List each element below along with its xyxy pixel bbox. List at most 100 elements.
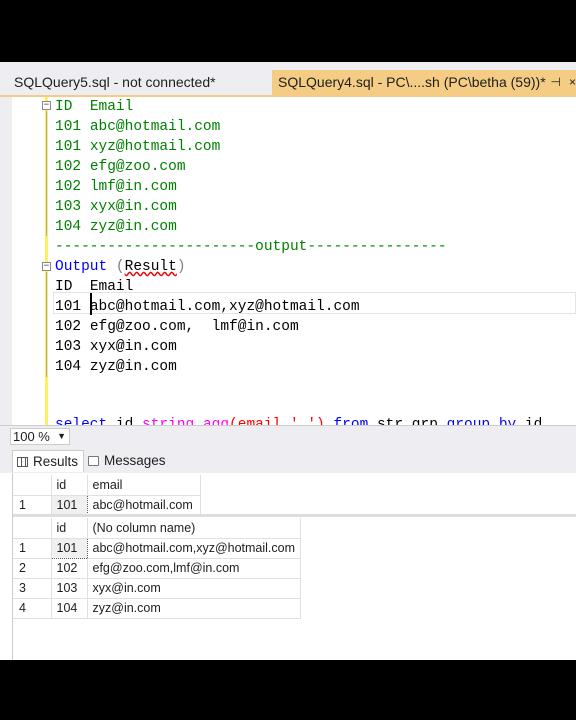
row-number[interactable]: 1	[13, 538, 52, 559]
row-id: 101	[55, 119, 82, 135]
output-heading-line: Output (Result)	[55, 257, 186, 277]
result-grid-2: id (No column name) 1 101 abc@hotmail.co…	[13, 518, 302, 619]
column-header[interactable]: (No column name)	[87, 518, 302, 539]
comment-line: 102 efg@zoo.com	[55, 157, 186, 177]
table-cell[interactable]: abc@hotmail.com,xyz@hotmail.com	[87, 538, 302, 559]
zoom-bar: 100 % ▼	[0, 425, 576, 447]
row-id: 104	[55, 219, 82, 235]
document-tab-bar: SQLQuery5.sql - not connected* SQLQuery4…	[0, 62, 576, 95]
comment-line: ID Email	[55, 97, 133, 117]
table-row[interactable]: 4 104 zyz@in.com	[13, 598, 302, 619]
row-id: 101	[55, 139, 82, 155]
row-number-header	[13, 518, 52, 539]
query-table: str_grp	[368, 417, 438, 425]
row-number[interactable]: 2	[13, 558, 52, 579]
column-header[interactable]: id	[51, 475, 88, 496]
row-email: xyx@in.com	[89, 339, 177, 355]
table-row[interactable]: 1 101 abc@hotmail.com,xyz@hotmail.com	[13, 537, 302, 559]
kw-select: select	[55, 417, 108, 425]
pin-icon[interactable]: ⊣	[551, 75, 561, 89]
table-cell[interactable]: zyz@in.com	[87, 598, 302, 619]
row-id: 104	[55, 359, 82, 375]
table-cell[interactable]: 104	[51, 598, 88, 619]
row-number[interactable]: 3	[13, 578, 52, 599]
output-line: 104 zyz@in.com	[55, 357, 177, 377]
tab-messages-label: Messages	[104, 453, 166, 468]
tab-sqlquery4-label: SQLQuery4.sql - PC\....sh (PC\betha (59)…	[278, 74, 546, 90]
kw-group-by: group by	[437, 417, 517, 425]
table-cell[interactable]: abc@hotmail.com	[87, 495, 201, 516]
table-row[interactable]: 3 103 xyx@in.com	[13, 578, 302, 599]
query-tail: id	[516, 417, 543, 425]
comment-line: 101 abc@hotmail.com	[55, 117, 220, 137]
row-email: zyz@in.com	[89, 219, 177, 235]
messages-icon	[88, 456, 99, 466]
row-email: xyz@hotmail.com	[89, 139, 221, 155]
grid-icon	[17, 457, 28, 467]
column-header[interactable]: id	[51, 518, 88, 539]
table-cell[interactable]: efg@zoo.com,lmf@in.com	[87, 558, 302, 579]
table-cell[interactable]: 101	[50, 537, 88, 559]
comment-line: 103 xyx@in.com	[55, 197, 177, 217]
table-row[interactable]: 2 102 efg@zoo.com,lmf@in.com	[13, 558, 302, 579]
tab-sqlquery5[interactable]: SQLQuery5.sql - not connected*	[0, 70, 272, 95]
grid-splitter[interactable]	[13, 514, 576, 517]
row-id: 103	[55, 339, 82, 355]
output-line: 103 xyx@in.com	[55, 337, 177, 357]
grid-header-row: id email	[13, 475, 201, 496]
query-args: (email,',')	[229, 417, 325, 425]
separator-left: -----------------------	[55, 239, 256, 255]
zoom-dropdown[interactable]: 100 % ▼	[10, 428, 70, 445]
fn-string-agg: string_agg	[142, 417, 230, 425]
comment-line: 104 zyz@in.com	[55, 217, 177, 237]
row-number-header	[13, 475, 52, 496]
comment-line: 101 xyz@hotmail.com	[55, 137, 220, 157]
results-grid-pane: id email 1 101 abc@hotmail.com id (No co…	[12, 473, 576, 660]
tab-messages[interactable]: Messages	[86, 450, 176, 472]
output-line: 101 abc@hotmail.com,xyz@hotmail.com	[55, 297, 360, 317]
tab-results-label: Results	[33, 454, 79, 469]
row-email: abc@hotmail.com	[89, 119, 221, 135]
collapse-toggle[interactable]: −	[42, 101, 51, 110]
row-number[interactable]: 1	[13, 495, 52, 516]
table-cell[interactable]: xyx@in.com	[87, 578, 302, 599]
col-id: ID	[55, 99, 73, 115]
results-tab-strip: Results Messages	[0, 447, 576, 473]
row-email: efg@zoo.com, lmf@in.com	[89, 319, 299, 335]
outline-line	[46, 272, 47, 377]
collapse-toggle[interactable]: −	[42, 262, 51, 271]
paren-close: )	[176, 259, 186, 275]
query-cols: id,	[107, 417, 143, 425]
editor-gutter	[0, 97, 12, 425]
table-cell[interactable]: 101	[50, 494, 88, 516]
table-cell[interactable]: 103	[51, 578, 88, 599]
row-id: 102	[55, 179, 82, 195]
row-number[interactable]: 4	[13, 598, 52, 619]
comment-line: 102 lmf@in.com	[55, 177, 177, 197]
query-line: select id,string_agg(email,',') from str…	[55, 415, 542, 425]
separator-comment: -----------------------output-----------…	[55, 237, 447, 257]
output-line: 102 efg@zoo.com, lmf@in.com	[55, 317, 299, 337]
column-header[interactable]: email	[87, 475, 201, 496]
row-email: efg@zoo.com	[89, 159, 186, 175]
close-icon[interactable]: ×	[569, 75, 576, 89]
table-cell[interactable]: 102	[51, 558, 88, 579]
tab-sqlquery4[interactable]: SQLQuery4.sql - PC\....sh (PC\betha (59)…	[272, 70, 576, 95]
paren-open: (	[115, 259, 125, 275]
outline-line	[46, 111, 47, 236]
output-keyword: Output	[55, 259, 108, 275]
row-email: zyz@in.com	[89, 359, 177, 375]
grid-header-row: id (No column name)	[13, 518, 302, 539]
table-row[interactable]: 1 101 abc@hotmail.com	[13, 494, 201, 516]
row-id: 102	[55, 319, 82, 335]
row-id: 101	[55, 299, 82, 315]
col-email: Email	[89, 99, 134, 115]
query-editor[interactable]: − ID Email 101 abc@hotmail.com 101 xyz@h…	[0, 97, 576, 425]
separator-right: ----------------	[307, 239, 447, 255]
chevron-down-icon: ▼	[57, 431, 66, 441]
text-cursor	[90, 293, 92, 315]
row-email: lmf@in.com	[89, 179, 177, 195]
tab-results[interactable]: Results	[12, 450, 84, 472]
ssms-window: SQLQuery5.sql - not connected* SQLQuery4…	[0, 62, 576, 660]
row-id: 103	[55, 199, 82, 215]
